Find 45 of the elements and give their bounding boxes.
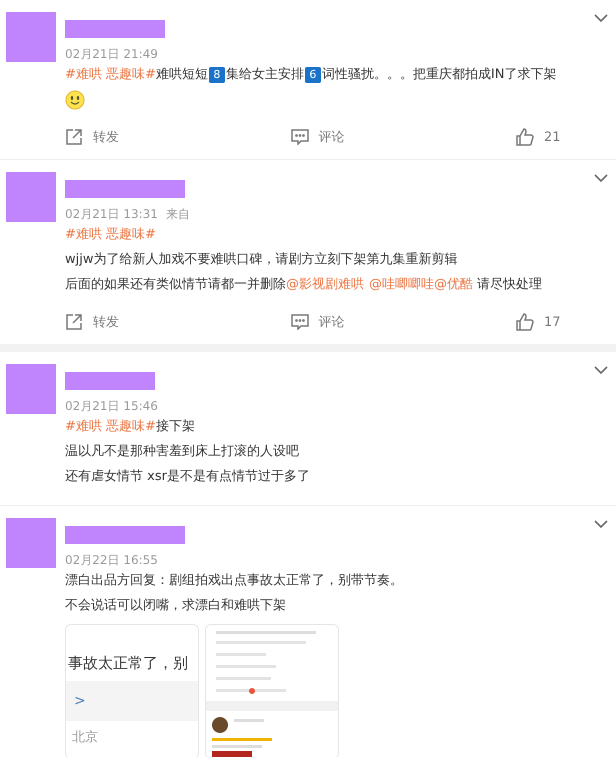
post-time: 02月21日 13:31 [65,206,158,222]
keycap-emoji: 6 [304,66,321,82]
post-text: 漂白出品方回复：剧组拍戏出点事故太正常了，别带节奏。 [65,572,403,590]
screenshot-text: 事故太正常了，别 [68,653,189,673]
post-text: 词性骚扰。。。把重庆都拍成IN了求下架 [322,66,556,84]
smiley-icon [65,90,85,110]
comment-button[interactable]: 评论 [290,128,344,146]
mention-link[interactable]: @哇唧唧哇 [369,272,434,297]
screenshot-location: 北京 [72,729,99,747]
thumbs-up-icon [516,128,534,146]
post-time: 02月21日 21:49 [65,46,158,62]
chevron-down-icon[interactable] [594,366,608,375]
hashtag-link[interactable]: #难哄 恶趣味# [65,414,156,439]
share-icon [65,313,83,331]
like-button[interactable]: 21 [516,128,561,146]
mention-link[interactable]: @影视剧难哄 [286,272,369,297]
screenshot-arrow: > [74,692,86,710]
post-text: 还有虐女情节 xsr是不是有点情节过于多了 [65,468,310,486]
like-button[interactable]: 17 [516,313,561,331]
thumbs-up-icon [516,313,534,331]
post-text: 集给女主安排 [226,66,304,84]
post-text: wjjw为了给新人加戏不要难哄口碑，请剧方立刻下架第九集重新剪辑 [65,251,458,269]
chevron-down-icon[interactable] [594,174,608,183]
post-source: 来自 [166,206,190,222]
share-icon [65,128,83,146]
post-text: 温以凡不是那种害羞到床上打滚的人设吧 [65,443,299,461]
chevron-down-icon[interactable] [594,14,608,23]
post-time: 02月21日 15:46 [65,398,158,414]
post-text: 难哄短短 [156,66,208,84]
post-text: 接下架 [156,418,195,436]
comment-icon [290,314,308,330]
post-text: 不会说话可以闭嘴，求漂白和难哄下架 [65,597,286,615]
mention-link[interactable]: @优酷 [434,272,473,297]
screenshot-thumbnail[interactable]: 事故太正常了，别 > 北京 [65,624,199,757]
hashtag-link[interactable]: #难哄 恶趣味# [65,222,156,247]
chevron-down-icon[interactable] [594,520,608,529]
post-time: 02月22日 16:55 [65,552,158,568]
comment-icon [290,129,308,145]
post-text: 请尽快处理 [476,276,542,294]
hashtag-link[interactable]: #难哄 恶趣味# [65,62,156,87]
repost-button[interactable]: 转发 [65,128,119,146]
repost-button[interactable]: 转发 [65,313,119,331]
comment-button[interactable]: 评论 [290,313,344,331]
keycap-emoji: 8 [208,66,225,82]
post-text: 后面的如果还有类似情节请都一并删除 [65,276,286,294]
